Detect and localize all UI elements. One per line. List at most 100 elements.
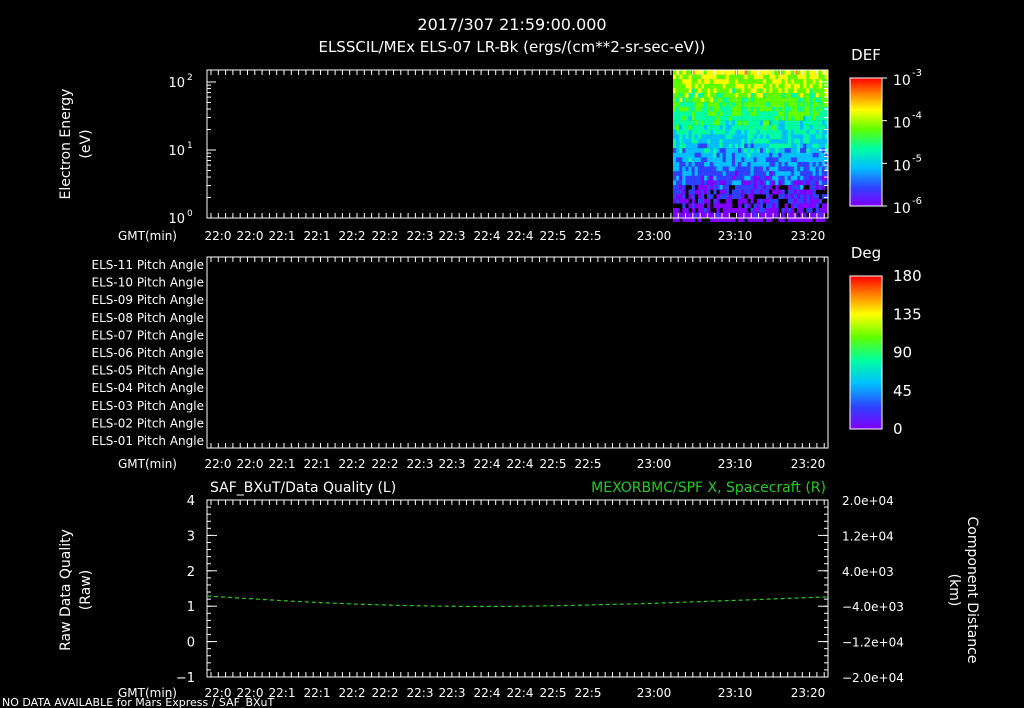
spectrogram-cell (713, 185, 717, 190)
spectrogram-cell (809, 83, 813, 89)
spectrogram-cell (815, 185, 819, 190)
spectrogram-cell (735, 152, 739, 158)
spectrogram-cell (679, 120, 683, 126)
spectrogram-cell (710, 180, 714, 186)
energy-x-tick-label: 22:2 (372, 229, 399, 243)
spectrogram-cell (673, 111, 677, 117)
spectrogram-cell (682, 148, 686, 153)
spectrogram-cell (691, 83, 695, 89)
spectrogram-cell (741, 116, 745, 121)
spectrogram-cell (676, 148, 680, 153)
energy-x-tick-label: 22:4 (507, 229, 534, 243)
spectrogram-cell (775, 102, 779, 107)
spectrogram-cell (766, 139, 770, 144)
spectrogram-cell (775, 208, 779, 213)
quality-left-tick-label: 0 (187, 636, 195, 651)
spectrogram-cell (722, 125, 726, 130)
spectrogram-cell (803, 175, 807, 181)
spectrogram-cell (697, 74, 702, 80)
spectrogram-cell (753, 203, 757, 209)
spectrogram-cell (800, 74, 804, 80)
spectrogram-cell (781, 120, 785, 126)
spectrogram-cell (691, 139, 695, 144)
spectrogram-cell (679, 70, 683, 75)
spectrogram-cell (775, 120, 779, 126)
spectrogram-cell (759, 88, 764, 94)
spectrogram-cell (778, 148, 782, 153)
quality-right-ticks: 2.0e+041.2e+044.0e+03−4.0e+03−1.2e+04−2.… (818, 494, 904, 685)
spectrogram-cell (800, 203, 804, 209)
spectrogram-cell (747, 97, 751, 103)
spectrogram-cell (800, 212, 804, 218)
spectrogram-cell (809, 120, 813, 126)
spectrogram-cell (673, 180, 677, 186)
spectrogram-cell (685, 162, 689, 167)
spectrogram-cell (775, 148, 779, 153)
spectrogram-cell (688, 212, 692, 218)
spectrogram-cell (719, 120, 723, 126)
spectrogram-cell (797, 139, 801, 144)
spectrogram-cell (784, 166, 788, 172)
spectrogram-cell (772, 166, 776, 172)
spectrogram-cell (735, 120, 739, 126)
spectrogram-cell (719, 97, 723, 103)
spectrogram-cell (710, 120, 714, 126)
spectrogram-cell (744, 70, 748, 75)
spectrogram-cell (800, 134, 804, 140)
spectrogram-cell (800, 83, 804, 89)
spectrogram-cell (713, 88, 717, 94)
spectrogram-cell (756, 189, 760, 195)
spectrogram-cell (713, 111, 717, 117)
spectrogram-cell (809, 88, 813, 94)
spectrogram-cell (719, 171, 723, 176)
spectrogram-cell (679, 134, 683, 140)
spectrogram-cell (821, 120, 826, 126)
spectrogram-cell (682, 83, 686, 89)
spectrogram-cell (685, 139, 689, 144)
spectrogram-cell (787, 152, 791, 158)
spectrogram-cell (803, 134, 807, 140)
spectrogram-cell (762, 79, 767, 84)
spectrogram-cell (803, 106, 807, 112)
spectrogram-cell (713, 74, 717, 80)
spectrogram-cell (747, 93, 751, 98)
spectrogram-cell (775, 125, 779, 130)
spectrogram-cell (778, 189, 782, 195)
spectrogram-cell (759, 143, 764, 149)
spectrogram-cell (694, 79, 698, 84)
spectrogram-cell (793, 111, 798, 117)
spectrogram-cell (800, 143, 804, 149)
spectrogram-cell (744, 157, 748, 163)
spectrogram-cell (707, 162, 711, 167)
spectrogram-cell (691, 74, 695, 80)
spectrogram-cell (682, 88, 686, 94)
spectrogram-cell (756, 157, 760, 163)
spectrogram-cell (700, 162, 705, 167)
spectrogram-cell (741, 74, 745, 80)
spectrogram-cell (781, 93, 785, 98)
spectrogram-cell (815, 139, 819, 144)
spectrogram-cell (725, 88, 729, 94)
spectrogram-cell (772, 102, 776, 107)
spectrogram-cell (803, 70, 807, 75)
spectrogram-cell (812, 152, 816, 158)
spectrogram-cell (815, 143, 819, 149)
spectrogram-cell (694, 120, 698, 126)
spectrogram-cell (787, 148, 791, 153)
spectrogram-cell (713, 175, 717, 181)
spectrogram-cell (759, 208, 764, 213)
spectrogram-cell (778, 180, 782, 186)
spectrogram-cell (778, 79, 782, 84)
spectrogram-cell (716, 83, 720, 89)
spectrogram-cell (809, 93, 813, 98)
spectrogram-cell (691, 175, 695, 181)
spectrogram-cell (741, 148, 745, 153)
spectrogram-cell (815, 152, 819, 158)
spectrogram-cell (753, 157, 757, 163)
spectrogram-cell (821, 83, 826, 89)
spectrogram-cell (719, 79, 723, 84)
spectrogram-cell (676, 88, 680, 94)
spectrogram-cell (753, 88, 757, 94)
spectrogram-cell (784, 120, 788, 126)
spectrogram-cell (750, 125, 754, 130)
